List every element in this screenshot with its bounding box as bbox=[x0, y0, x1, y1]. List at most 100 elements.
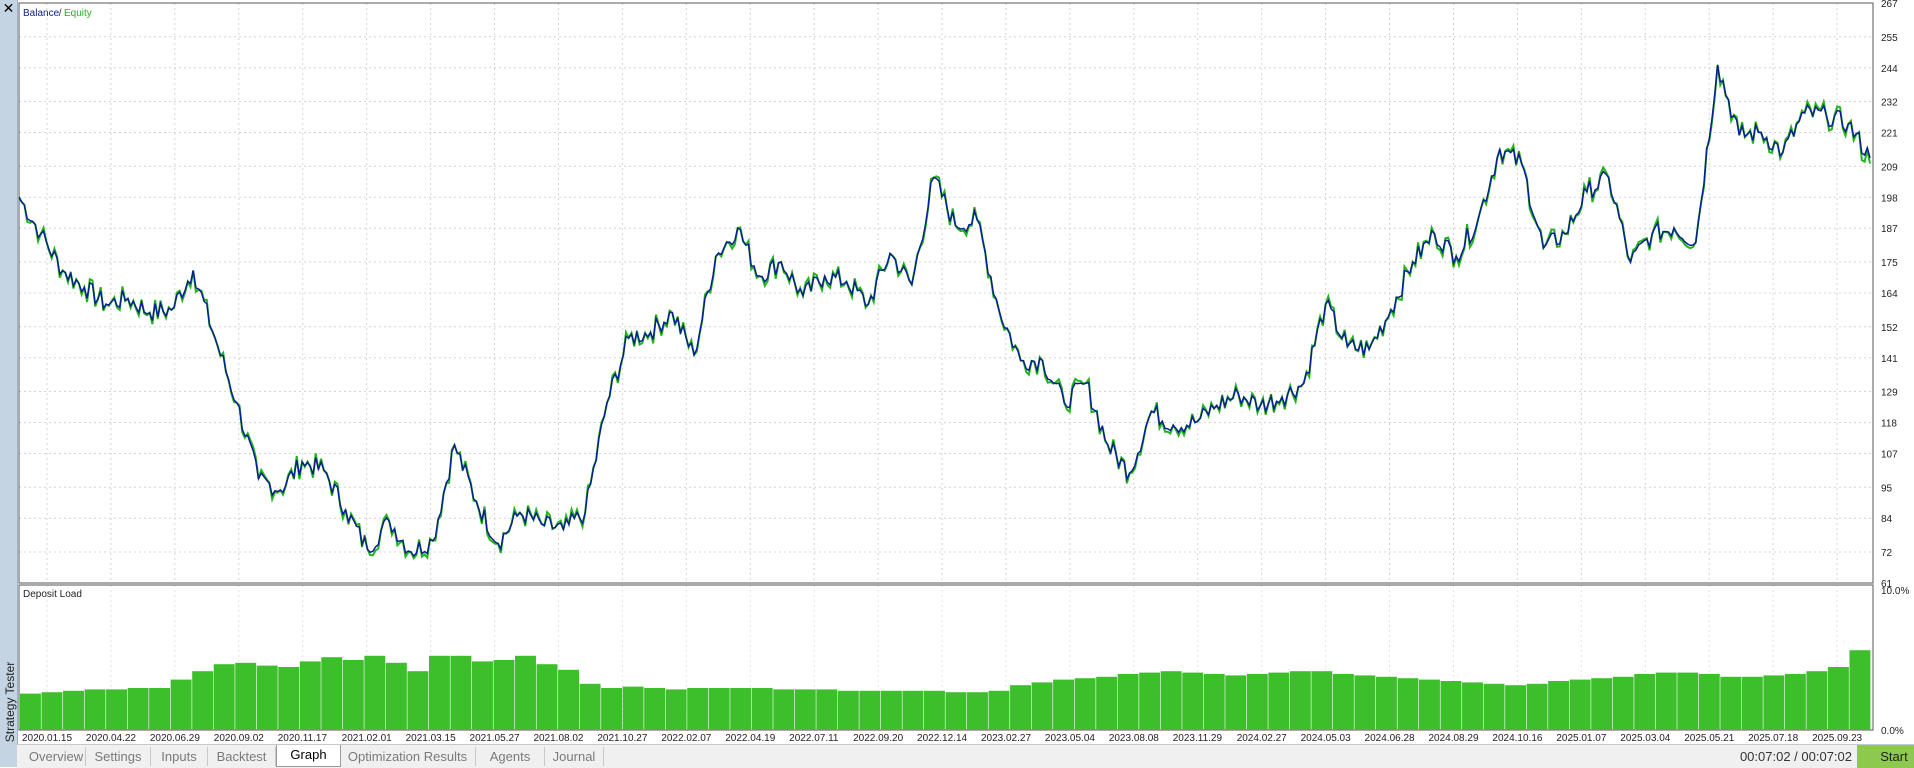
tab-agents[interactable]: Agents bbox=[476, 747, 545, 766]
y-tick-label: 244 bbox=[1881, 64, 1898, 75]
x-tick-label: 2025.01.07 bbox=[1556, 733, 1606, 744]
deposit-load-bar bbox=[945, 692, 967, 730]
x-tick-label: 2022.02.07 bbox=[661, 733, 711, 744]
deposit-load-bar bbox=[1354, 675, 1376, 730]
deposit-load-bar bbox=[342, 660, 364, 730]
tab-journal[interactable]: Journal bbox=[545, 747, 604, 766]
deposit-load-bar bbox=[299, 661, 321, 730]
deposit-load-bar bbox=[1010, 685, 1031, 730]
deposit-load-bar bbox=[1397, 678, 1419, 730]
deposit-load-bar bbox=[967, 692, 988, 730]
deposit-load-bar bbox=[1289, 671, 1311, 730]
deposit-load-bar bbox=[1440, 681, 1462, 730]
deposit-load-bar bbox=[773, 689, 795, 730]
deposit-load-title: Deposit Load bbox=[23, 589, 82, 600]
tab-inputs[interactable]: Inputs bbox=[151, 747, 208, 766]
deposit-load-bar bbox=[1246, 674, 1268, 730]
deposit-load-bar bbox=[988, 690, 1010, 730]
x-tick-label: 2023.05.04 bbox=[1045, 733, 1095, 744]
tab-graph[interactable]: Graph bbox=[276, 745, 341, 767]
deposit-load-bar bbox=[127, 688, 149, 730]
elapsed-time: 00:07:02 / 00:07:02 bbox=[1739, 749, 1852, 764]
deposit-load-bar bbox=[235, 662, 257, 730]
y-tick-label: 72 bbox=[1881, 548, 1893, 559]
deposit-load-bar bbox=[751, 688, 773, 730]
deposit-load-bar bbox=[170, 679, 192, 730]
x-tick-label: 2022.12.14 bbox=[917, 733, 967, 744]
deposit-load-bar bbox=[579, 683, 601, 730]
chart-area: 267 255 244 232 221 209 198 187 175 164 152 141 129 1… bbox=[18, 0, 1909, 744]
deposit-y-tick-label: 0.0% bbox=[1881, 726, 1904, 737]
deposit-load-bar bbox=[192, 671, 214, 730]
deposit-load-bar bbox=[1720, 676, 1742, 730]
bottom-tab-bar: Overview Settings Inputs Backtest Graph Optim… bbox=[17, 744, 1914, 768]
deposit-load-bar bbox=[536, 664, 558, 730]
y-tick-label: 175 bbox=[1881, 258, 1898, 269]
deposit-load-bar bbox=[1483, 683, 1505, 730]
deposit-load-bar bbox=[1505, 685, 1527, 730]
deposit-load-bar bbox=[1548, 681, 1570, 730]
deposit-load-bar bbox=[1569, 679, 1591, 730]
x-tick-label: 2025.03.04 bbox=[1620, 733, 1670, 744]
deposit-load-bar bbox=[1784, 674, 1806, 730]
x-tick-label: 2025.09.23 bbox=[1812, 733, 1862, 744]
deposit-load-bar bbox=[558, 669, 580, 730]
deposit-load-bar bbox=[278, 667, 300, 730]
y-tick-label: 267 bbox=[1881, 0, 1898, 10]
deposit-load-bar bbox=[708, 688, 730, 730]
x-tick-label: 2020.09.02 bbox=[214, 733, 264, 744]
y-tick-label: 255 bbox=[1881, 33, 1898, 44]
deposit-load-bar bbox=[63, 690, 84, 730]
x-tick-label: 2025.05.21 bbox=[1684, 733, 1734, 744]
tab-optimization-results[interactable]: Optimization Results bbox=[340, 747, 476, 766]
x-tick-label: 2021.08.02 bbox=[533, 733, 583, 744]
tab-overview[interactable]: Overview bbox=[27, 747, 86, 766]
y-tick-label: 221 bbox=[1881, 129, 1898, 140]
deposit-load-bar bbox=[1096, 676, 1118, 730]
deposit-load-bar bbox=[20, 693, 41, 730]
deposit-load-bar bbox=[256, 665, 278, 730]
deposit-load-bar bbox=[1763, 675, 1785, 730]
x-tick-label: 2024.06.28 bbox=[1365, 733, 1415, 744]
deposit-load-bar bbox=[644, 688, 666, 730]
deposit-load-bar bbox=[407, 671, 429, 730]
x-tick-label: 2022.09.20 bbox=[853, 733, 903, 744]
deposit-load-bar bbox=[213, 664, 235, 730]
deposit-load-bar bbox=[450, 655, 472, 730]
deposit-load-bar bbox=[471, 661, 493, 730]
deposit-load-bar bbox=[41, 692, 63, 730]
y-tick-label: 164 bbox=[1881, 289, 1898, 300]
main-y-axis: 267 255 244 232 221 209 198 187 175 164 152 141 129 1… bbox=[1881, 0, 1898, 590]
deposit-load-bar bbox=[1074, 678, 1096, 730]
deposit-load-bar bbox=[1462, 682, 1483, 730]
deposit-load-bar bbox=[1375, 676, 1397, 730]
deposit-load-bar bbox=[1612, 676, 1634, 730]
deposit-load-bar bbox=[1526, 683, 1548, 730]
x-tick-label: 2022.07.11 bbox=[789, 733, 839, 744]
start-button[interactable]: Start bbox=[1857, 745, 1914, 768]
deposit-load-bar bbox=[321, 657, 343, 730]
deposit-load-bar bbox=[1655, 672, 1677, 730]
deposit-load-bar bbox=[1741, 676, 1763, 730]
deposit-load-bar bbox=[1677, 672, 1699, 730]
deposit-load-bar bbox=[428, 655, 450, 730]
deposit-load-bar bbox=[880, 690, 902, 730]
x-tick-label: 2020.01.15 bbox=[22, 733, 72, 744]
x-tick-label: 2023.11.29 bbox=[1173, 733, 1223, 744]
deposit-load-bar bbox=[1591, 678, 1613, 730]
legend-equity: Equity bbox=[64, 8, 92, 19]
x-tick-label: 2020.04.22 bbox=[86, 733, 136, 744]
tab-settings[interactable]: Settings bbox=[86, 747, 151, 766]
equity-line bbox=[18, 64, 1871, 561]
tab-backtest[interactable]: Backtest bbox=[208, 747, 276, 766]
y-tick-label: 198 bbox=[1881, 193, 1898, 204]
deposit-load-bar bbox=[1117, 674, 1139, 730]
deposit-load-bar bbox=[1332, 674, 1354, 730]
legend-balance: Balance bbox=[23, 8, 60, 19]
x-tick-label: 2021.03.15 bbox=[406, 733, 456, 744]
deposit-load-bars bbox=[20, 650, 1871, 730]
x-tick-label: 2021.10.27 bbox=[597, 733, 647, 744]
x-tick-label: 2025.07.18 bbox=[1748, 733, 1798, 744]
deposit-load-bar bbox=[1268, 672, 1290, 730]
x-tick-label: 2021.05.27 bbox=[470, 733, 520, 744]
